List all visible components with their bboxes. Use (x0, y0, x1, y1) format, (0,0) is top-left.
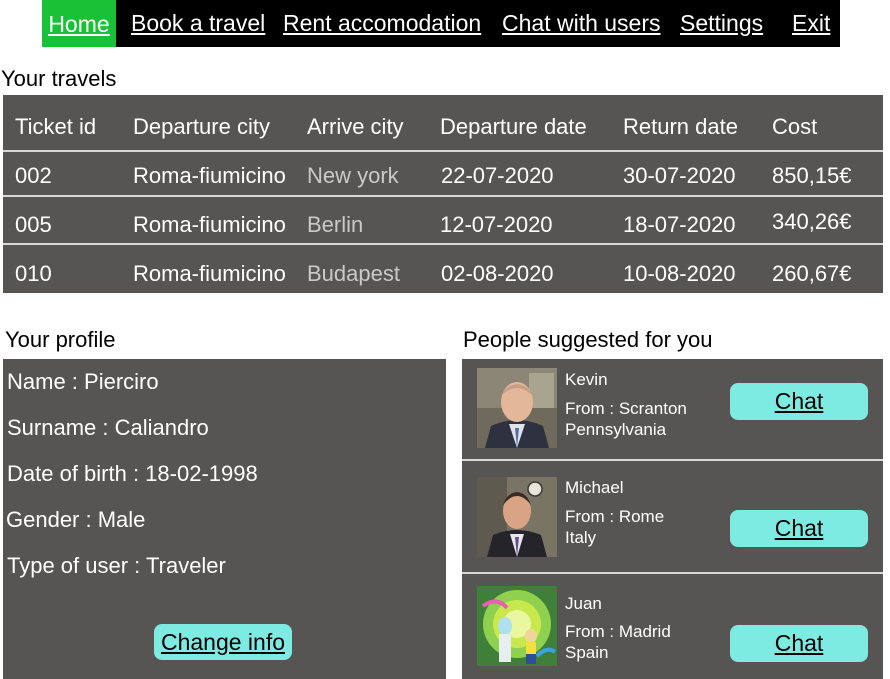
cell-ticket-id: 010 (15, 261, 52, 286)
nav-chat-users[interactable]: Chat with users (502, 8, 661, 38)
avatar (477, 368, 557, 448)
row-divider (3, 195, 883, 197)
nav-rent-accomodation[interactable]: Rent accomodation (283, 8, 481, 38)
cell-ticket-id: 005 (15, 212, 52, 237)
profile-surname: Surname : Caliandro (7, 415, 209, 440)
profile-gender: Gender : Male (6, 507, 146, 532)
table-row[interactable]: 010 Roma-fiumicino Budapest 02-08-2020 1… (3, 249, 883, 298)
header-departure-date: Departure date (440, 114, 587, 139)
cell-departure-city: Roma-fiumicino (133, 212, 286, 237)
cell-departure-city: Roma-fiumicino (133, 163, 286, 188)
list-item: Juan From : Madrid Spain Chat (462, 574, 883, 679)
person-from: From : Scranton (565, 399, 687, 418)
nav-settings[interactable]: Settings (680, 8, 763, 38)
cell-arrive-city: New york (307, 163, 399, 188)
cell-return-date: 10-08-2020 (623, 261, 736, 286)
cell-arrive-city: Budapest (307, 261, 400, 286)
cell-return-date: 18-07-2020 (623, 212, 736, 237)
cell-departure-date: 22-07-2020 (441, 163, 554, 188)
cell-departure-date: 02-08-2020 (441, 261, 554, 286)
header-cost: Cost (772, 114, 818, 139)
people-title: People suggested for you (463, 327, 713, 352)
nav-exit[interactable]: Exit (792, 8, 830, 38)
person-from: From : Rome (565, 507, 665, 526)
people-panel: Kevin From : Scranton Pennsylvania Chat … (462, 359, 883, 679)
avatar (477, 477, 557, 557)
profile-name: Name : Pierciro (7, 369, 159, 394)
cell-departure-date: 12-07-2020 (440, 212, 553, 237)
cell-departure-city: Roma-fiumicino (133, 261, 286, 286)
header-departure-city: Departure city (133, 114, 270, 139)
profile-type: Type of user : Traveler (7, 553, 226, 578)
person-name: Kevin (565, 370, 608, 389)
nav-book-travel[interactable]: Book a travel (131, 8, 265, 38)
avatar (477, 586, 557, 666)
person-country: Italy (565, 528, 597, 547)
cell-return-date: 30-07-2020 (623, 163, 736, 188)
profile-panel: Name : Pierciro Surname : Caliandro Date… (3, 359, 446, 679)
person-from: From : Madrid (565, 622, 671, 641)
list-item: Michael From : Rome Italy Chat (462, 461, 883, 574)
change-info-button[interactable]: Change info (154, 624, 292, 660)
header-return-date: Return date (623, 114, 738, 139)
profile-dob: Date of birth : 18-02-1998 (7, 461, 258, 486)
cell-cost: 340,26€ (772, 209, 852, 234)
person-country: Pennsylvania (565, 420, 667, 439)
header-ticket-id: Ticket id (15, 114, 97, 139)
person-country: Spain (565, 643, 609, 662)
nav-home[interactable]: Home (42, 0, 116, 47)
nav-home-label: Home (48, 10, 110, 37)
table-row[interactable]: 005 Roma-fiumicino Berlin 12-07-2020 18-… (3, 200, 883, 249)
profile-title: Your profile (5, 327, 116, 352)
table-header: Ticket id Departure city Arrive city Dep… (3, 102, 883, 151)
header-arrive-city: Arrive city (307, 114, 404, 139)
table-row[interactable]: 002 Roma-fiumicino New york 22-07-2020 3… (3, 151, 883, 200)
list-item: Kevin From : Scranton Pennsylvania Chat (462, 359, 883, 461)
chat-button[interactable]: Chat (730, 625, 868, 662)
travels-title: Your travels (1, 66, 117, 91)
cell-cost: 260,67€ (772, 261, 852, 286)
chat-button[interactable]: Chat (730, 383, 868, 420)
person-name: Michael (565, 478, 624, 497)
cell-arrive-city: Berlin (307, 212, 364, 237)
chat-button[interactable]: Chat (730, 510, 868, 547)
top-nav: Home Book a travel Rent accomodation Cha… (42, 0, 840, 47)
travels-table: Ticket id Departure city Arrive city Dep… (3, 95, 883, 293)
row-divider (3, 243, 883, 245)
cell-ticket-id: 002 (15, 163, 52, 188)
person-name: Juan (565, 594, 602, 613)
cell-cost: 850,15€ (772, 163, 852, 188)
